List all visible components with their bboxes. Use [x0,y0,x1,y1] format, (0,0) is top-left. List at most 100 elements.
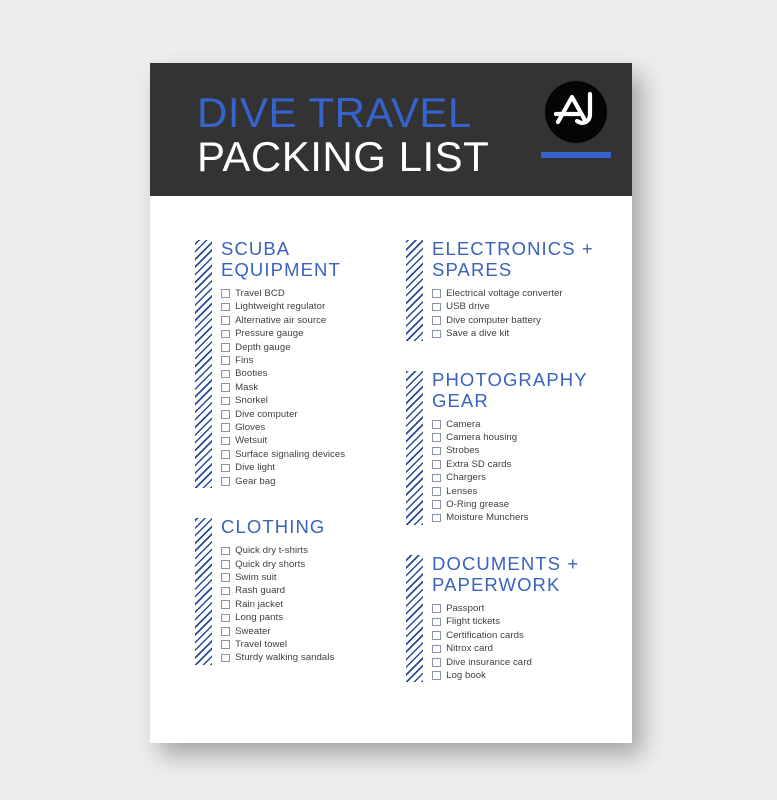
checkbox-icon[interactable] [432,617,441,627]
checklist-item[interactable]: Lightweight regulator [221,300,391,313]
checkbox-icon[interactable] [221,559,230,569]
checklist-item[interactable]: Dive light [221,461,391,474]
checklist-item-label: Gear bag [235,475,276,487]
checkbox-icon[interactable] [221,450,230,459]
document-header-band: DIVE TRAVEL PACKING LIST [150,63,632,196]
checkbox-icon[interactable] [432,657,441,667]
checklist-item[interactable]: Dive insurance card [432,656,632,669]
checkbox-icon[interactable] [221,600,230,609]
checkbox-icon[interactable] [221,626,230,636]
checklist-item[interactable]: Camera housing [432,431,632,444]
checkbox-icon[interactable] [432,500,441,510]
checkbox-icon[interactable] [221,436,230,446]
checklist-item[interactable]: Sweater [221,625,391,638]
checkbox-icon[interactable] [221,369,230,379]
checklist-item[interactable]: Pressure gauge [221,327,391,340]
checklist-item-label: Lenses [446,485,478,497]
checkbox-icon[interactable] [221,316,230,325]
checklist-item[interactable]: Extra SD cards [432,458,632,471]
checklist-item[interactable]: Surface signaling devices [221,448,391,461]
checklist-item[interactable]: O-Ring grease [432,498,632,511]
checkbox-icon[interactable] [432,631,441,640]
checkbox-icon[interactable] [221,356,230,366]
checklist-item[interactable]: USB drive [432,300,632,313]
checklist-item[interactable]: Chargers [432,471,632,484]
checkbox-icon[interactable] [221,586,230,596]
checklist-item[interactable]: Booties [221,367,391,380]
checklist-item[interactable]: Travel towel [221,638,391,651]
checklist-item[interactable]: Dive computer battery [432,314,632,327]
checklist-item[interactable]: Save a dive kit [432,327,632,340]
checkbox-icon[interactable] [221,463,230,473]
checklist-item[interactable]: Quick dry t-shirts [221,544,391,557]
checklist-item[interactable]: Rain jacket [221,598,391,611]
checklist-item[interactable]: Travel BCD [221,287,391,300]
checklist-item-label: Travel BCD [235,288,285,299]
checklist-item[interactable]: Certification cards [432,629,632,642]
checklist-item[interactable]: Mask [221,381,391,394]
checklist-item[interactable]: Wetsuit [221,434,391,447]
section-title-scuba-equipment: SCUBA EQUIPMENT [221,238,341,280]
section-content: DOCUMENTS + PAPERWORK Passport Flight tick… [432,553,632,682]
checklist-item[interactable]: Electrical voltage converter [432,287,632,300]
checklist-item[interactable]: Moisture Munchers [432,511,632,524]
checklist-item[interactable]: Swim suit [221,571,391,584]
checklist-item-label: Depth gauge [235,341,291,353]
checkbox-icon[interactable] [432,302,441,312]
checkbox-icon[interactable] [432,433,441,443]
checkbox-icon[interactable] [432,604,441,613]
checkbox-icon[interactable] [432,644,441,654]
checklist-item-label: Alternative air source [235,314,327,326]
checkbox-icon[interactable] [432,420,441,429]
checkbox-icon[interactable] [432,289,441,298]
checkbox-icon[interactable] [221,383,230,392]
checklist-item[interactable]: Strobes [432,444,632,457]
checklist-item[interactable]: Log book [432,669,632,682]
checklist-item[interactable]: Snorkel [221,394,391,407]
checkbox-icon[interactable] [221,343,230,352]
checklist-item[interactable]: Quick dry shorts [221,558,391,571]
checkbox-icon[interactable] [221,640,230,649]
checklist-item[interactable]: Camera [432,418,632,431]
checkbox-icon[interactable] [221,423,230,433]
checklist-item[interactable]: Fins [221,354,391,367]
checklist-item-label: Camera [446,418,481,430]
checklist-item-label: Rash guard [235,585,286,597]
checklist-item[interactable]: Alternative air source [221,314,391,327]
checklist-item[interactable]: Lenses [432,485,632,498]
checklist-item[interactable]: Gloves [221,421,391,434]
checklist-item[interactable]: Passport [432,602,632,615]
checklist-item[interactable]: Gear bag [221,475,391,488]
hatch-stripe-decoration-icon [195,240,212,489]
checkbox-icon[interactable] [432,513,441,523]
checklist-item[interactable]: Nitrox card [432,642,632,655]
checkbox-icon[interactable] [221,613,230,623]
checklist-item[interactable]: Rash guard [221,584,391,597]
checkbox-icon[interactable] [221,546,230,556]
checkbox-icon[interactable] [221,410,230,419]
logo-circle-icon [545,81,607,143]
checkbox-icon[interactable] [221,289,230,298]
checkbox-icon[interactable] [432,446,441,456]
checkbox-icon[interactable] [221,573,230,582]
checkbox-icon[interactable] [221,329,230,339]
checklist-item[interactable]: Long pants [221,611,391,624]
checkbox-icon[interactable] [221,396,230,406]
checklist-item[interactable]: Sturdy walking sandals [221,651,391,664]
checklist-item[interactable]: Dive computer [221,408,391,421]
checkbox-icon[interactable] [432,473,441,483]
section-documents-paperwork: DOCUMENTS + PAPERWORK Passport Flight tick… [406,553,632,683]
checkbox-icon[interactable] [432,487,441,496]
checklist-item[interactable]: Depth gauge [221,341,391,354]
checklist-documents-paperwork: Passport Flight tickets Certification card… [432,602,632,682]
checkbox-icon[interactable] [432,316,441,325]
checklist-item[interactable]: Flight tickets [432,615,632,628]
section-title-photography-gear: PHOTOGRAPHY GEAR [432,368,588,411]
checkbox-icon[interactable] [221,302,230,312]
checkbox-icon[interactable] [221,477,230,486]
checklist-item-label: Travel towel [235,638,288,650]
checkbox-icon[interactable] [432,460,441,469]
checkbox-icon[interactable] [432,671,441,680]
checkbox-icon[interactable] [432,329,441,339]
checkbox-icon[interactable] [221,653,230,663]
